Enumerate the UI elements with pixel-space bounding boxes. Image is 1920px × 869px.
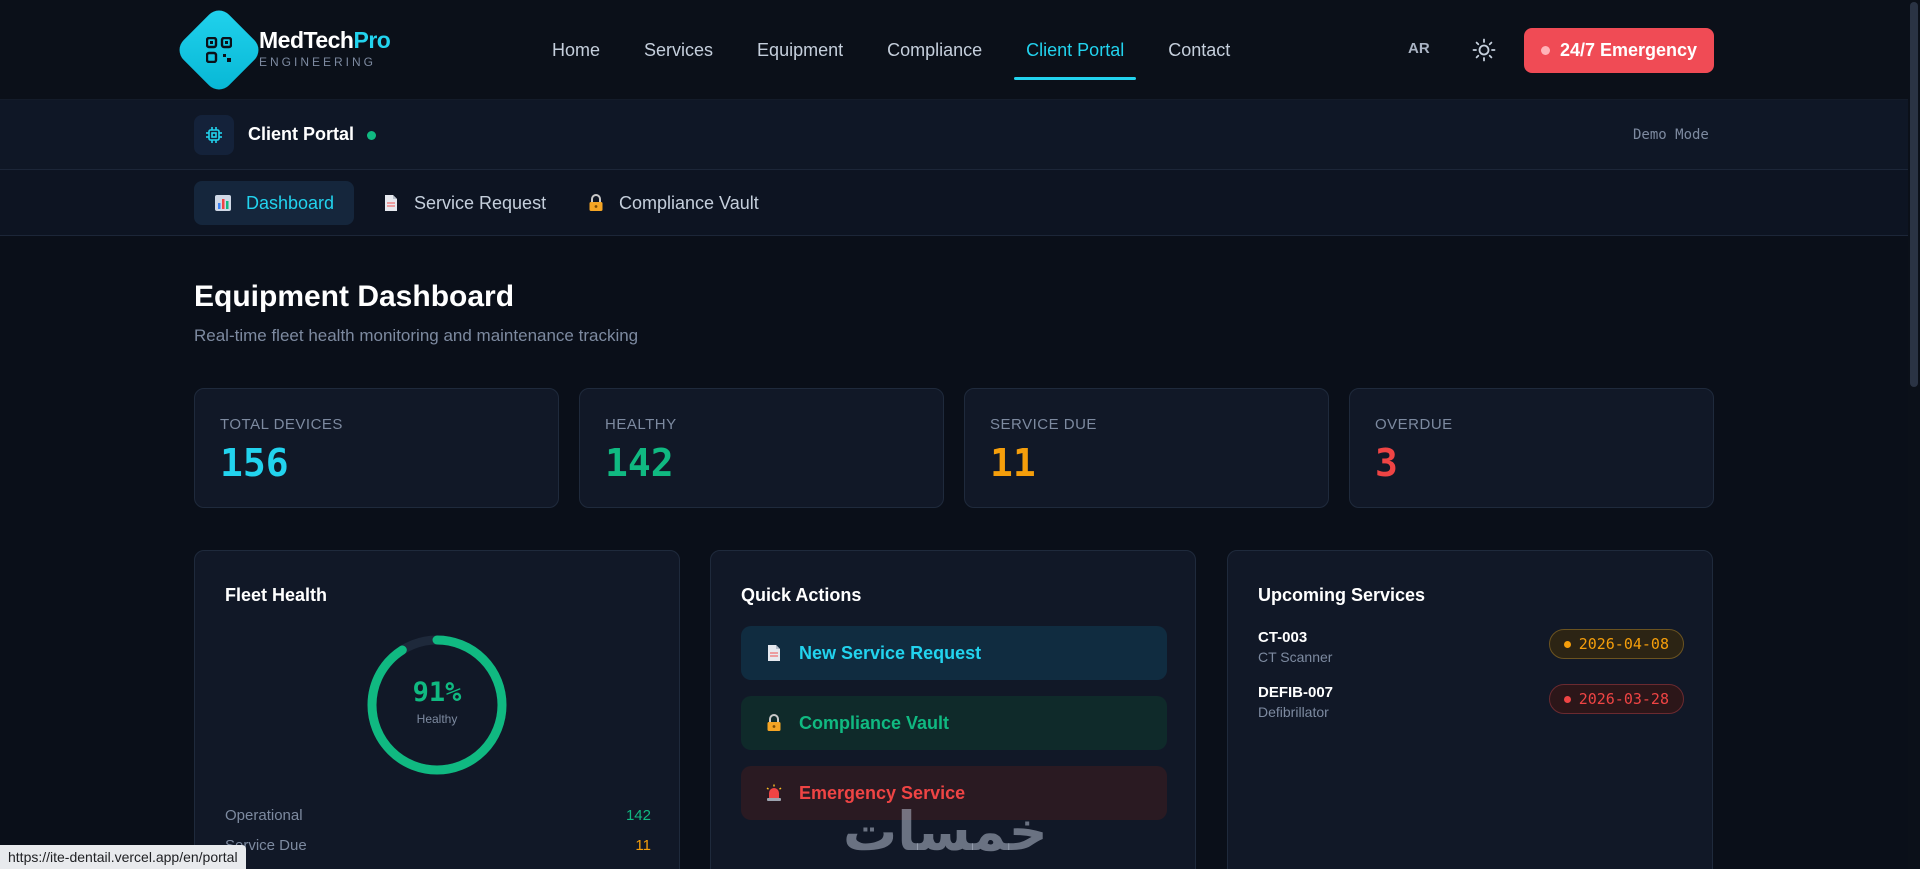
stat-label: OVERDUE [1375,416,1453,433]
top-navigation: MedTechPro ENGINEERING Home Services Equ… [0,0,1920,100]
gauge-text: 91% Healthy [365,677,509,726]
fleet-row-value: 142 [625,807,651,824]
stat-card-service-due: SERVICE DUE 11 [964,388,1329,508]
lock-icon [765,714,783,732]
fleet-row-value: 11 [635,837,651,854]
stat-label: SERVICE DUE [990,416,1097,433]
chip-icon [194,115,234,155]
tab-dashboard[interactable]: Dashboard [194,181,355,225]
fleet-row-label: Operational [225,807,303,824]
browser-status-url: https://ite-dentail.vercel.app/en/portal [0,845,246,869]
tab-service-request-label: Service Request [414,192,547,213]
portal-tabs: Dashboard Service Request Compliance Vau… [0,170,1920,236]
page-subtitle: Real-time fleet health monitoring and ma… [194,326,639,345]
stat-value: 142 [605,441,674,485]
stat-label: HEALTHY [605,416,677,433]
bar-chart-icon [214,194,232,212]
online-status-icon [367,131,376,140]
nav-link-services[interactable]: Services [622,30,735,70]
tab-service-request[interactable]: Service Request [362,181,566,225]
compliance-vault-button[interactable]: Compliance Vault [741,696,1167,750]
quick-actions-title: Quick Actions [741,585,862,605]
upcoming-services-panel: Upcoming Services CT-003 CT Scanner 2026… [1227,550,1713,869]
stat-card-healthy: HEALTHY 142 [579,388,944,508]
lock-icon [587,194,605,212]
scrollbar-thumb[interactable] [1910,2,1918,387]
tab-compliance-vault[interactable]: Compliance Vault [567,181,779,225]
service-date: 2026-03-28 [1578,690,1669,708]
nav-link-contact[interactable]: Contact [1146,30,1252,70]
badge-dot-icon [1563,695,1571,703]
tab-compliance-vault-label: Compliance Vault [619,192,759,213]
new-service-request-button[interactable]: New Service Request [741,626,1167,680]
portal-title: Client Portal [248,124,355,144]
document-icon [382,194,400,212]
service-date-badge: 2026-04-08 [1548,629,1684,659]
document-icon [765,644,783,662]
stat-value: 156 [220,441,289,485]
qr-logo-icon [187,18,251,82]
brand-subtitle: ENGINEERING [259,55,377,69]
fleet-row-service-due: Service Due 11 [225,837,651,854]
fleet-row-operational: Operational 142 [225,807,651,824]
watermark-logo: خمسات [843,800,1048,863]
siren-icon [765,784,783,802]
brand-name-main: MedTech [259,27,354,53]
sun-icon[interactable] [1472,38,1496,62]
emergency-label: 24/7 Emergency [1559,40,1698,60]
service-date: 2026-04-08 [1578,635,1669,653]
nav-link-client-portal[interactable]: Client Portal [1004,30,1146,80]
action-label: Compliance Vault [799,712,950,733]
page-title: Equipment Dashboard [194,280,515,313]
stat-value: 11 [990,441,1036,485]
service-row[interactable]: CT-003 CT Scanner 2026-04-08 [1258,629,1684,665]
nav-link-home[interactable]: Home [530,30,622,70]
stat-card-overdue: OVERDUE 3 [1349,388,1714,508]
brand-name-accent: Pro [353,27,391,53]
emergency-dot-icon [1540,46,1550,55]
upcoming-services-title: Upcoming Services [1258,585,1426,605]
tab-dashboard-label: Dashboard [246,192,335,213]
portal-header: Client Portal Demo Mode [0,100,1920,170]
emergency-button[interactable]: 24/7 Emergency [1524,28,1714,73]
gauge-caption: Healthy [416,712,458,726]
nav-link-compliance[interactable]: Compliance [865,30,1004,70]
nav-link-equipment[interactable]: Equipment [735,30,865,70]
demo-mode-label: Demo Mode [1633,127,1709,143]
action-label: New Service Request [799,642,982,663]
service-date-badge: 2026-03-28 [1548,684,1684,714]
fleet-health-panel: Fleet Health 91% Healthy Operational 142… [194,550,680,869]
health-gauge: 91% Healthy [365,633,509,777]
gauge-percent: 91% [412,677,462,708]
language-toggle[interactable]: AR [1408,40,1430,57]
stat-card-total-devices: TOTAL DEVICES 156 [194,388,559,508]
service-row[interactable]: DEFIB-007 Defibrillator 2026-03-28 [1258,684,1684,720]
brand-name: MedTechPro [259,27,391,54]
stat-value: 3 [1375,441,1398,485]
badge-dot-icon [1563,640,1571,648]
stat-label: TOTAL DEVICES [220,416,343,433]
brand[interactable]: MedTechPro ENGINEERING [259,27,391,69]
main-nav: Home Services Equipment Compliance Clien… [530,0,1252,100]
fleet-health-title: Fleet Health [225,585,328,605]
